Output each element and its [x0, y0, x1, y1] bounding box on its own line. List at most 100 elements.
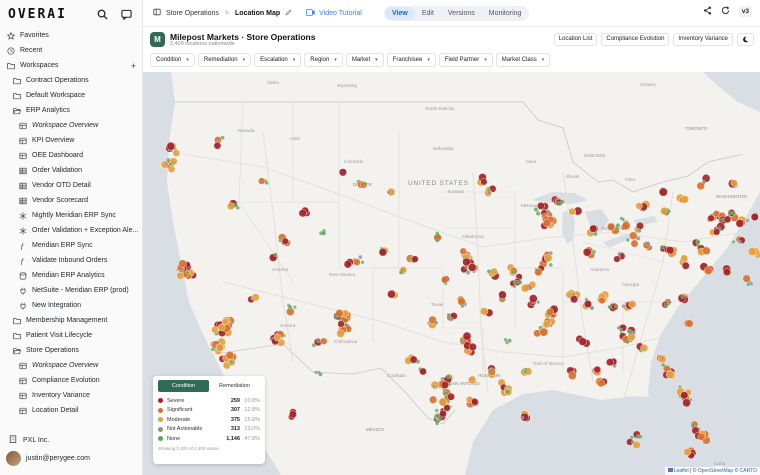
- store-marker[interactable]: [731, 211, 736, 216]
- store-marker[interactable]: [468, 263, 477, 272]
- store-marker[interactable]: [321, 230, 327, 236]
- store-marker[interactable]: [480, 307, 489, 316]
- sidebar-item-validate-inbound-orders[interactable]: f Validate Inbound Orders: [0, 253, 142, 268]
- store-marker[interactable]: [681, 261, 690, 270]
- store-marker[interactable]: [460, 338, 465, 343]
- store-marker[interactable]: [617, 251, 622, 256]
- store-marker[interactable]: [630, 239, 639, 248]
- store-marker[interactable]: [316, 338, 321, 343]
- sidebar-item-compliance-evolution[interactable]: Compliance Evolution: [0, 373, 142, 388]
- sidebar-item-favorites[interactable]: Favorites: [0, 28, 142, 43]
- store-marker[interactable]: [226, 202, 235, 211]
- store-marker[interactable]: [589, 224, 598, 233]
- sidebar-item-vendor-scorecard[interactable]: Vendor Scorecard: [0, 193, 142, 208]
- store-marker[interactable]: [640, 344, 649, 352]
- app-logo[interactable]: OVERAI: [8, 7, 86, 22]
- store-marker[interactable]: [607, 305, 612, 310]
- store-marker[interactable]: [288, 410, 297, 419]
- store-marker[interactable]: [747, 247, 757, 256]
- sidebar-item-membership-management[interactable]: Membership Management: [0, 313, 142, 328]
- store-marker[interactable]: [233, 203, 238, 208]
- store-marker[interactable]: [695, 239, 701, 245]
- sidebar-item-workspace-overview[interactable]: Workspace Overview: [0, 118, 142, 133]
- store-marker[interactable]: [723, 215, 732, 224]
- store-marker[interactable]: [628, 333, 636, 341]
- store-marker[interactable]: [488, 369, 493, 374]
- search-icon[interactable]: [94, 6, 110, 22]
- store-marker[interactable]: [344, 323, 348, 327]
- store-marker[interactable]: [545, 308, 555, 317]
- store-marker[interactable]: [446, 374, 451, 379]
- refresh-icon[interactable]: [721, 6, 730, 17]
- store-marker[interactable]: [386, 190, 391, 195]
- store-marker[interactable]: [487, 190, 492, 195]
- store-marker[interactable]: [723, 268, 731, 277]
- store-marker[interactable]: [447, 392, 455, 401]
- store-marker[interactable]: [360, 260, 365, 265]
- store-marker[interactable]: [567, 371, 577, 380]
- sidebar-item-netsuite-meridian-erp-prod[interactable]: NetSuite - Meridian ERP (prod): [0, 283, 142, 298]
- store-marker[interactable]: [498, 290, 507, 300]
- store-marker[interactable]: [680, 391, 689, 400]
- mode-tab-view[interactable]: View: [385, 7, 415, 20]
- store-marker[interactable]: [731, 240, 736, 244]
- legend-row-none[interactable]: None 1,146 47.8%: [158, 434, 260, 444]
- sidebar-item-store-operations[interactable]: Store Operations: [0, 343, 142, 358]
- store-marker[interactable]: [737, 239, 742, 244]
- store-marker[interactable]: [621, 221, 631, 230]
- store-marker[interactable]: [712, 228, 721, 236]
- mode-tab-monitoring[interactable]: Monitoring: [482, 7, 529, 20]
- legend-row-moderate[interactable]: Moderate 375 15.6%: [158, 415, 260, 425]
- add-workspace-button[interactable]: +: [131, 61, 136, 71]
- store-marker[interactable]: [682, 398, 691, 408]
- store-marker[interactable]: [221, 317, 229, 325]
- osm-link[interactable]: OpenStreetMap: [698, 468, 733, 474]
- carto-link[interactable]: CARTO: [740, 468, 757, 474]
- store-marker[interactable]: [625, 237, 630, 242]
- store-marker[interactable]: [683, 448, 692, 456]
- store-marker[interactable]: [666, 370, 675, 379]
- store-marker[interactable]: [703, 266, 713, 275]
- sidebar-item-erp-analytics[interactable]: ERP Analytics: [0, 103, 142, 118]
- store-marker[interactable]: [632, 331, 636, 335]
- filter-market[interactable]: Market ▾: [345, 53, 384, 67]
- store-marker[interactable]: [637, 434, 642, 439]
- store-marker[interactable]: [293, 305, 297, 309]
- store-marker[interactable]: [632, 441, 641, 450]
- store-marker[interactable]: [486, 269, 492, 274]
- store-marker[interactable]: [666, 246, 675, 255]
- store-marker[interactable]: [419, 367, 427, 376]
- store-marker[interactable]: [528, 285, 533, 291]
- store-marker[interactable]: [353, 258, 361, 266]
- sidebar-item-oee-dashboard[interactable]: OEE Dashboard: [0, 148, 142, 163]
- store-marker[interactable]: [435, 231, 440, 236]
- filter-region[interactable]: Region ▾: [304, 53, 343, 67]
- store-marker[interactable]: [583, 299, 592, 308]
- sidebar-item-recent[interactable]: Recent: [0, 43, 142, 58]
- store-marker[interactable]: [273, 252, 278, 257]
- filter-remediation[interactable]: Remediation ▾: [197, 53, 252, 67]
- store-marker[interactable]: [605, 358, 614, 367]
- sidebar-item-nightly-meridian-erp-sync[interactable]: Nightly Meridian ERP Sync: [0, 208, 142, 223]
- store-marker[interactable]: [570, 295, 579, 304]
- sidebar-item-workspace-overview[interactable]: Workspace Overview: [0, 358, 142, 373]
- mode-tab-edit[interactable]: Edit: [415, 7, 441, 20]
- store-marker[interactable]: [258, 177, 266, 185]
- filter-condition[interactable]: Condition ▾: [150, 53, 195, 67]
- filter-market-class[interactable]: Market Class ▾: [495, 53, 551, 67]
- store-marker[interactable]: [517, 280, 523, 285]
- location-list-button[interactable]: Location List: [553, 33, 598, 46]
- sidebar-item-contract-operations[interactable]: Contract Operations: [0, 73, 142, 88]
- store-marker[interactable]: [172, 149, 180, 157]
- store-marker[interactable]: [533, 207, 539, 212]
- store-marker[interactable]: [336, 329, 345, 338]
- store-marker[interactable]: [504, 389, 510, 394]
- store-marker[interactable]: [468, 342, 477, 351]
- store-marker[interactable]: [314, 370, 318, 375]
- store-marker[interactable]: [750, 213, 759, 221]
- video-tutorial-button[interactable]: Video Tutorial: [306, 8, 362, 18]
- sidebar-item-order-validation[interactable]: Order Validation: [0, 163, 142, 178]
- sidebar-item-vendor-otd-detail[interactable]: Vendor OTD Detail: [0, 178, 142, 193]
- store-marker[interactable]: [338, 168, 347, 177]
- store-marker[interactable]: [645, 241, 651, 247]
